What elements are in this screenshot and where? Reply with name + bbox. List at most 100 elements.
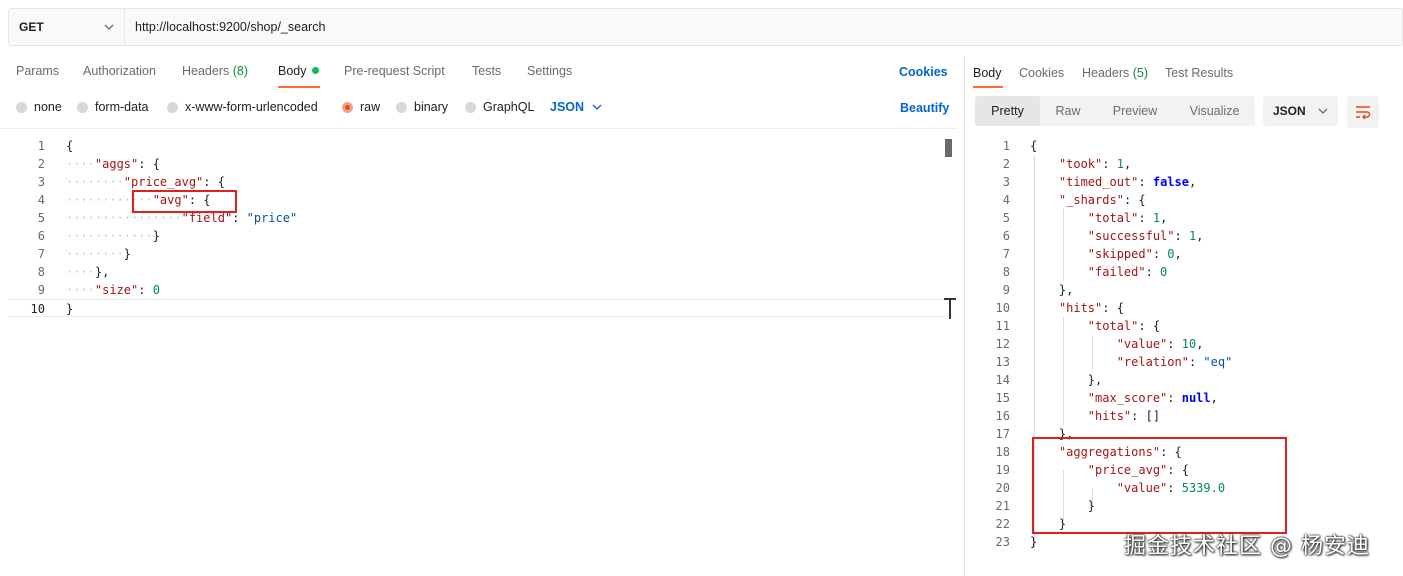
line-number: 7 xyxy=(37,247,45,261)
radio-raw[interactable]: raw xyxy=(342,100,380,114)
line-number: 11 xyxy=(995,319,1010,333)
code-text: "took": 1, xyxy=(1058,157,1132,171)
code-line: 16 "hits": [] xyxy=(970,407,1390,425)
beautify-button[interactable]: Beautify xyxy=(900,101,949,115)
view-preview[interactable]: Preview xyxy=(1096,96,1174,126)
wrap-lines-icon xyxy=(1356,106,1371,120)
radio-binary[interactable]: binary xyxy=(396,100,448,114)
line-number: 23 xyxy=(995,535,1010,549)
json-key: "field" xyxy=(181,211,233,225)
code-line: 8 "failed": 0 xyxy=(970,263,1390,281)
json-key: "value" xyxy=(1116,337,1168,351)
response-format-label: JSON xyxy=(1273,104,1306,118)
view-visualize[interactable]: Visualize xyxy=(1174,96,1255,126)
json-key: "size" xyxy=(94,283,139,297)
code-line: 2 "took": 1, xyxy=(970,155,1390,173)
tab-response-cookies[interactable]: Cookies xyxy=(1019,66,1064,80)
line-number: 6 xyxy=(1002,229,1010,243)
view-raw[interactable]: Raw xyxy=(1040,96,1096,126)
code-text: ····"size": 0 xyxy=(66,283,160,297)
json-key: "successful" xyxy=(1087,229,1175,243)
json-number: 0 xyxy=(1160,265,1168,279)
editor-scrollbar-thumb[interactable] xyxy=(945,139,952,157)
tab-authorization[interactable]: Authorization xyxy=(83,64,156,78)
code-text: { xyxy=(1030,139,1038,153)
code-text: "max_score": null, xyxy=(1087,391,1218,405)
radio-form-data[interactable]: form-data xyxy=(77,100,149,114)
active-tab-indicator xyxy=(278,86,320,88)
watermark: 掘金技术社区 @ 杨安迪 xyxy=(1124,534,1370,559)
code-line: 1{ xyxy=(8,137,953,155)
tab-response-body[interactable]: Body xyxy=(973,66,1002,80)
radio-circle xyxy=(16,101,27,113)
body-format-select[interactable]: JSON xyxy=(550,100,602,114)
url-input[interactable]: http://localhost:9200/shop/_search xyxy=(125,9,1402,45)
tab-headers-label: Headers xyxy=(182,64,230,78)
code-text: } xyxy=(66,302,74,316)
radio-urlencoded[interactable]: x-www-form-urlencoded xyxy=(167,100,318,114)
tab-test-results[interactable]: Test Results xyxy=(1165,66,1233,80)
radio-form-data-label: form-data xyxy=(95,100,149,114)
line-number: 1 xyxy=(1002,139,1010,153)
json-key: "hits" xyxy=(1058,301,1103,315)
tab-tests[interactable]: Tests xyxy=(472,64,501,78)
divider xyxy=(0,128,958,129)
line-number: 1 xyxy=(37,139,45,153)
code-text: "value": 10, xyxy=(1116,337,1204,351)
json-number: 0 xyxy=(152,283,160,297)
json-number: 0 xyxy=(1167,247,1175,261)
line-number: 17 xyxy=(995,427,1010,441)
line-number: 20 xyxy=(995,481,1010,495)
tab-body[interactable]: Body xyxy=(278,64,319,78)
response-format-select[interactable]: JSON xyxy=(1263,96,1338,126)
json-string: "eq" xyxy=(1203,355,1233,369)
request-tabs: Params Authorization Headers (8) Body Pr… xyxy=(0,56,958,90)
tab-pre-request-script[interactable]: Pre-request Script xyxy=(344,64,445,78)
json-key: "max_score" xyxy=(1087,391,1168,405)
line-number: 15 xyxy=(995,391,1010,405)
code-text: ····}, xyxy=(66,265,110,279)
line-number: 18 xyxy=(995,445,1010,459)
code-line: 7 "skipped": 0, xyxy=(970,245,1390,263)
radio-graphql[interactable]: GraphQL xyxy=(465,100,534,114)
radio-circle xyxy=(77,101,88,113)
cookies-link[interactable]: Cookies xyxy=(899,65,948,79)
view-pretty[interactable]: Pretty xyxy=(975,96,1040,126)
json-number: 1 xyxy=(1152,211,1161,225)
line-number: 22 xyxy=(995,517,1010,531)
json-array: [] xyxy=(1145,409,1161,423)
code-text: ········"price_avg": { xyxy=(66,175,225,189)
json-key: "took" xyxy=(1058,157,1103,171)
json-number: 1 xyxy=(1188,229,1197,243)
line-number: 4 xyxy=(37,193,45,207)
json-key: "hits" xyxy=(1087,409,1132,423)
radio-graphql-label: GraphQL xyxy=(483,100,535,114)
line-number: 8 xyxy=(37,265,45,279)
json-key: "skipped" xyxy=(1087,247,1153,261)
line-number: 10 xyxy=(30,302,45,316)
code-text: "_shards": { xyxy=(1058,193,1146,207)
body-indicator-dot xyxy=(311,67,319,74)
line-number: 12 xyxy=(995,337,1010,351)
code-line: 12 "value": 10, xyxy=(970,335,1390,353)
tab-settings[interactable]: Settings xyxy=(527,64,572,78)
panel-divider[interactable] xyxy=(964,56,965,576)
radio-none[interactable]: none xyxy=(16,100,62,114)
tab-params[interactable]: Params xyxy=(16,64,59,78)
radio-none-label: none xyxy=(34,100,62,114)
url-text: http://localhost:9200/shop/_search xyxy=(135,20,326,34)
code-line: 5 "total": 1, xyxy=(970,209,1390,227)
headers-count: (8) xyxy=(232,64,249,78)
line-number: 19 xyxy=(995,463,1010,477)
line-number: 9 xyxy=(37,283,45,297)
radio-urlencoded-label: x-www-form-urlencoded xyxy=(185,100,318,114)
code-line: 7 ········} xyxy=(8,245,953,263)
tab-headers[interactable]: Headers (8) xyxy=(182,64,248,78)
code-text: "successful": 1, xyxy=(1087,229,1204,243)
wrap-lines-button[interactable] xyxy=(1347,96,1379,128)
code-line: 8 ····}, xyxy=(8,263,953,281)
radio-circle xyxy=(167,101,178,113)
method-select[interactable]: GET xyxy=(9,9,125,45)
radio-circle-selected xyxy=(342,101,353,113)
tab-response-headers[interactable]: Headers (5) xyxy=(1082,66,1148,80)
